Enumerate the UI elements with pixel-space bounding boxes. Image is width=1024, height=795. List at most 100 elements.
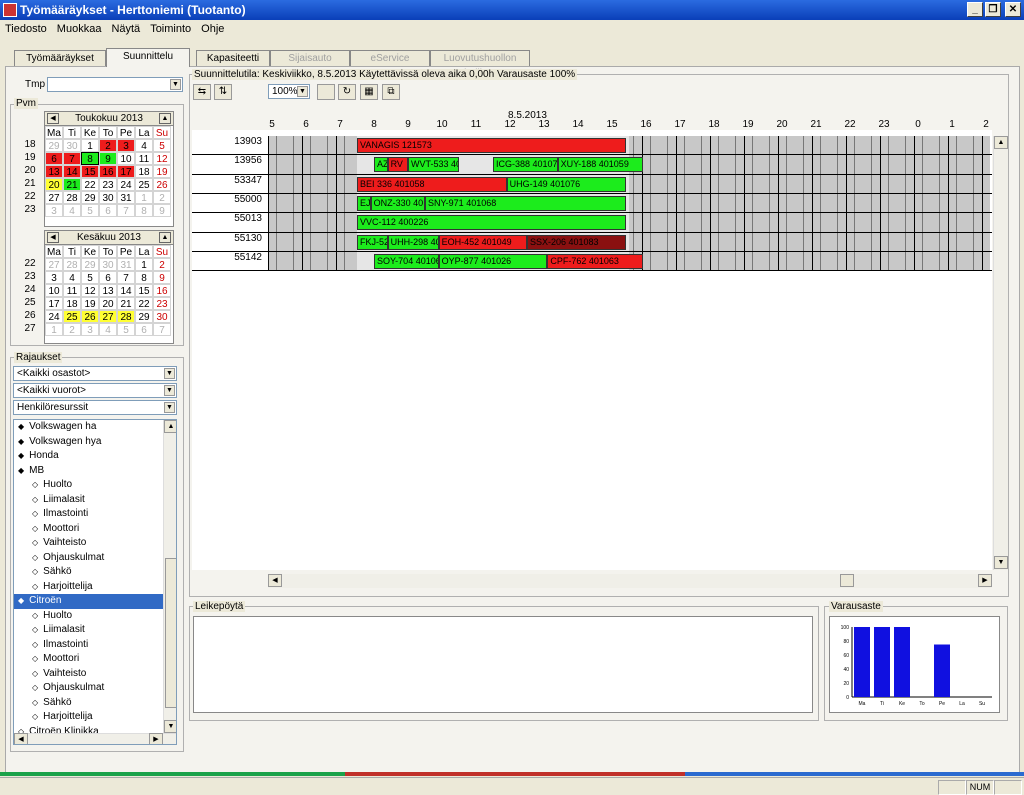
calendar-day[interactable]: 19 [81, 297, 99, 310]
tree-item[interactable]: ◇ Moottori [14, 522, 164, 537]
calendar-day[interactable]: 27 [99, 310, 117, 323]
calendar-day[interactable]: 13 [99, 284, 117, 297]
tree-item[interactable]: ◇ Moottori [14, 652, 164, 667]
calendar-day[interactable]: 28 [63, 191, 81, 204]
tree-item[interactable]: ◇ Sähkö [14, 565, 164, 580]
calendar-day[interactable]: 30 [99, 191, 117, 204]
calendar-day[interactable]: 3 [45, 204, 63, 217]
calendar-day[interactable]: 7 [117, 271, 135, 284]
calendar-day[interactable]: 6 [99, 271, 117, 284]
work-order-bar[interactable]: EOH-452 401049 [438, 234, 527, 250]
calendar-day[interactable]: 31 [117, 258, 135, 271]
tmp-combo[interactable]: ▼ [47, 77, 183, 92]
menu-toiminto[interactable]: Toiminto [145, 20, 196, 38]
scroll-down-button[interactable]: ▼ [164, 720, 176, 733]
prev-month-button[interactable]: ◀ [47, 232, 59, 243]
expand-vertical-button[interactable]: ⇅ [214, 84, 232, 100]
calendar-day[interactable]: 14 [117, 284, 135, 297]
calendar-day[interactable]: 15 [81, 165, 99, 178]
shift-filter[interactable]: <Kaikki vuorot> ▼ [13, 383, 177, 398]
next-month-button[interactable]: ▲ [159, 232, 171, 243]
zoom-select[interactable]: 100% ▼ [268, 84, 310, 99]
calendar-day[interactable]: 17 [117, 165, 135, 178]
calendar-day[interactable]: 1 [45, 323, 63, 336]
calendar-day[interactable]: 6 [99, 204, 117, 217]
calendar-day[interactable]: 5 [81, 204, 99, 217]
work-order-bar[interactable]: FKJ-52 [357, 234, 388, 250]
work-order-bar[interactable]: BEI 336 401058 [357, 176, 507, 192]
menu-ohje[interactable]: Ohje [196, 20, 229, 38]
window-titlebar[interactable]: Työmääräykset - Herttoniemi (Tuotanto) [0, 0, 1024, 20]
calendar-day[interactable]: 23 [99, 178, 117, 191]
calendar-day[interactable]: 17 [45, 297, 63, 310]
tree-item[interactable]: ◆ Volkswagen hya [14, 435, 164, 450]
refresh-icon[interactable]: ↻ [338, 84, 356, 100]
calendar-day[interactable]: 4 [99, 323, 117, 336]
calendar-day[interactable]: 16 [153, 284, 171, 297]
work-order-bar[interactable]: AZ [374, 157, 388, 173]
calendar-day[interactable]: 3 [81, 323, 99, 336]
work-order-bar[interactable]: RV [387, 157, 408, 173]
calendar-day[interactable]: 1 [135, 258, 153, 271]
work-order-bar[interactable]: WVT-533 401059 [408, 157, 459, 173]
work-order-bar[interactable]: XUY-188 401059 [557, 157, 643, 173]
prev-month-button[interactable]: ◀ [47, 113, 59, 124]
calendar-day[interactable]: 25 [63, 310, 81, 323]
tree-item[interactable]: ◆ Honda [14, 449, 164, 464]
calendar-day[interactable]: 24 [117, 178, 135, 191]
calendar-day[interactable]: 27 [45, 258, 63, 271]
calendar-day[interactable]: 4 [135, 139, 153, 152]
calendar-day[interactable]: 11 [63, 284, 81, 297]
calendar-day[interactable]: 27 [45, 191, 63, 204]
work-order-bar[interactable]: SSX-206 401083 [527, 234, 626, 250]
gantt-hscroll[interactable]: ◀ ▶ [268, 574, 992, 588]
work-order-bar[interactable]: SNY-971 401068 [425, 195, 626, 211]
menu-tiedosto[interactable]: Tiedosto [0, 20, 52, 38]
blank-tool-button[interactable] [317, 84, 335, 100]
calendar-day[interactable]: 8 [135, 271, 153, 284]
work-order-bar[interactable]: VVC-112 400226 [357, 215, 626, 231]
calendar-day[interactable]: 3 [45, 271, 63, 284]
calendar-day[interactable]: 9 [99, 152, 117, 165]
calendar-day[interactable]: 31 [117, 191, 135, 204]
menu-nayta[interactable]: Näytä [106, 20, 145, 38]
calendar-day[interactable]: 6 [135, 323, 153, 336]
calendar-day[interactable]: 9 [153, 204, 171, 217]
scroll-down-button[interactable]: ▼ [994, 556, 1008, 569]
calendar-day[interactable]: 9 [153, 271, 171, 284]
calendar-day[interactable]: 29 [81, 258, 99, 271]
tree-vscroll[interactable]: ▲ ▼ [163, 420, 176, 734]
calendar-day[interactable]: 20 [45, 178, 63, 191]
calendar-day[interactable]: 13 [45, 165, 63, 178]
calendar-day[interactable]: 8 [81, 152, 99, 165]
clipboard-area[interactable] [193, 616, 813, 713]
calendar-day[interactable]: 18 [135, 165, 153, 178]
tree-item[interactable]: ◇ Sähkö [14, 696, 164, 711]
calendar-day[interactable]: 22 [135, 297, 153, 310]
scroll-right-button[interactable]: ▶ [978, 574, 992, 587]
calendar-day[interactable]: 2 [63, 323, 81, 336]
work-order-bar[interactable]: VANAGIS 121573 [357, 138, 626, 153]
work-order-bar[interactable]: ICG-388 401070 [493, 157, 558, 173]
tree-item[interactable]: ◇ Ohjauskulmat [14, 681, 164, 696]
calendar-day[interactable]: 20 [99, 297, 117, 310]
tree-item[interactable]: ◇ Huolto [14, 478, 164, 493]
copy-icon[interactable]: ⧉ [382, 84, 400, 100]
work-order-bar[interactable]: EJ [357, 195, 371, 211]
scroll-thumb[interactable] [165, 558, 176, 708]
department-filter[interactable]: <Kaikki osastot> ▼ [13, 366, 177, 381]
calendar-day[interactable]: 29 [135, 310, 153, 323]
tree-item[interactable]: ◇ Ilmastointi [14, 507, 164, 522]
calendar-day[interactable]: 15 [135, 284, 153, 297]
tab-tyomaaraykset[interactable]: Työmääräykset [14, 50, 106, 66]
calendar-day[interactable]: 7 [117, 204, 135, 217]
scroll-up-button[interactable]: ▲ [164, 420, 176, 433]
calendar-day[interactable]: 5 [81, 271, 99, 284]
calendar-day[interactable]: 18 [63, 297, 81, 310]
calendar-grid[interactable]: Ma Ti Ke To Pe La Su 29 30 1 2 3 4 5 6 7 8 9 10 11 12 13 14 15 1… [45, 126, 173, 217]
calendar-day[interactable]: 21 [117, 297, 135, 310]
calendar-day[interactable]: 2 [153, 191, 171, 204]
calendar-day[interactable]: 14 [63, 165, 81, 178]
calendar-day[interactable]: 1 [135, 191, 153, 204]
work-order-bar[interactable]: ONZ-330 40 [370, 195, 425, 211]
